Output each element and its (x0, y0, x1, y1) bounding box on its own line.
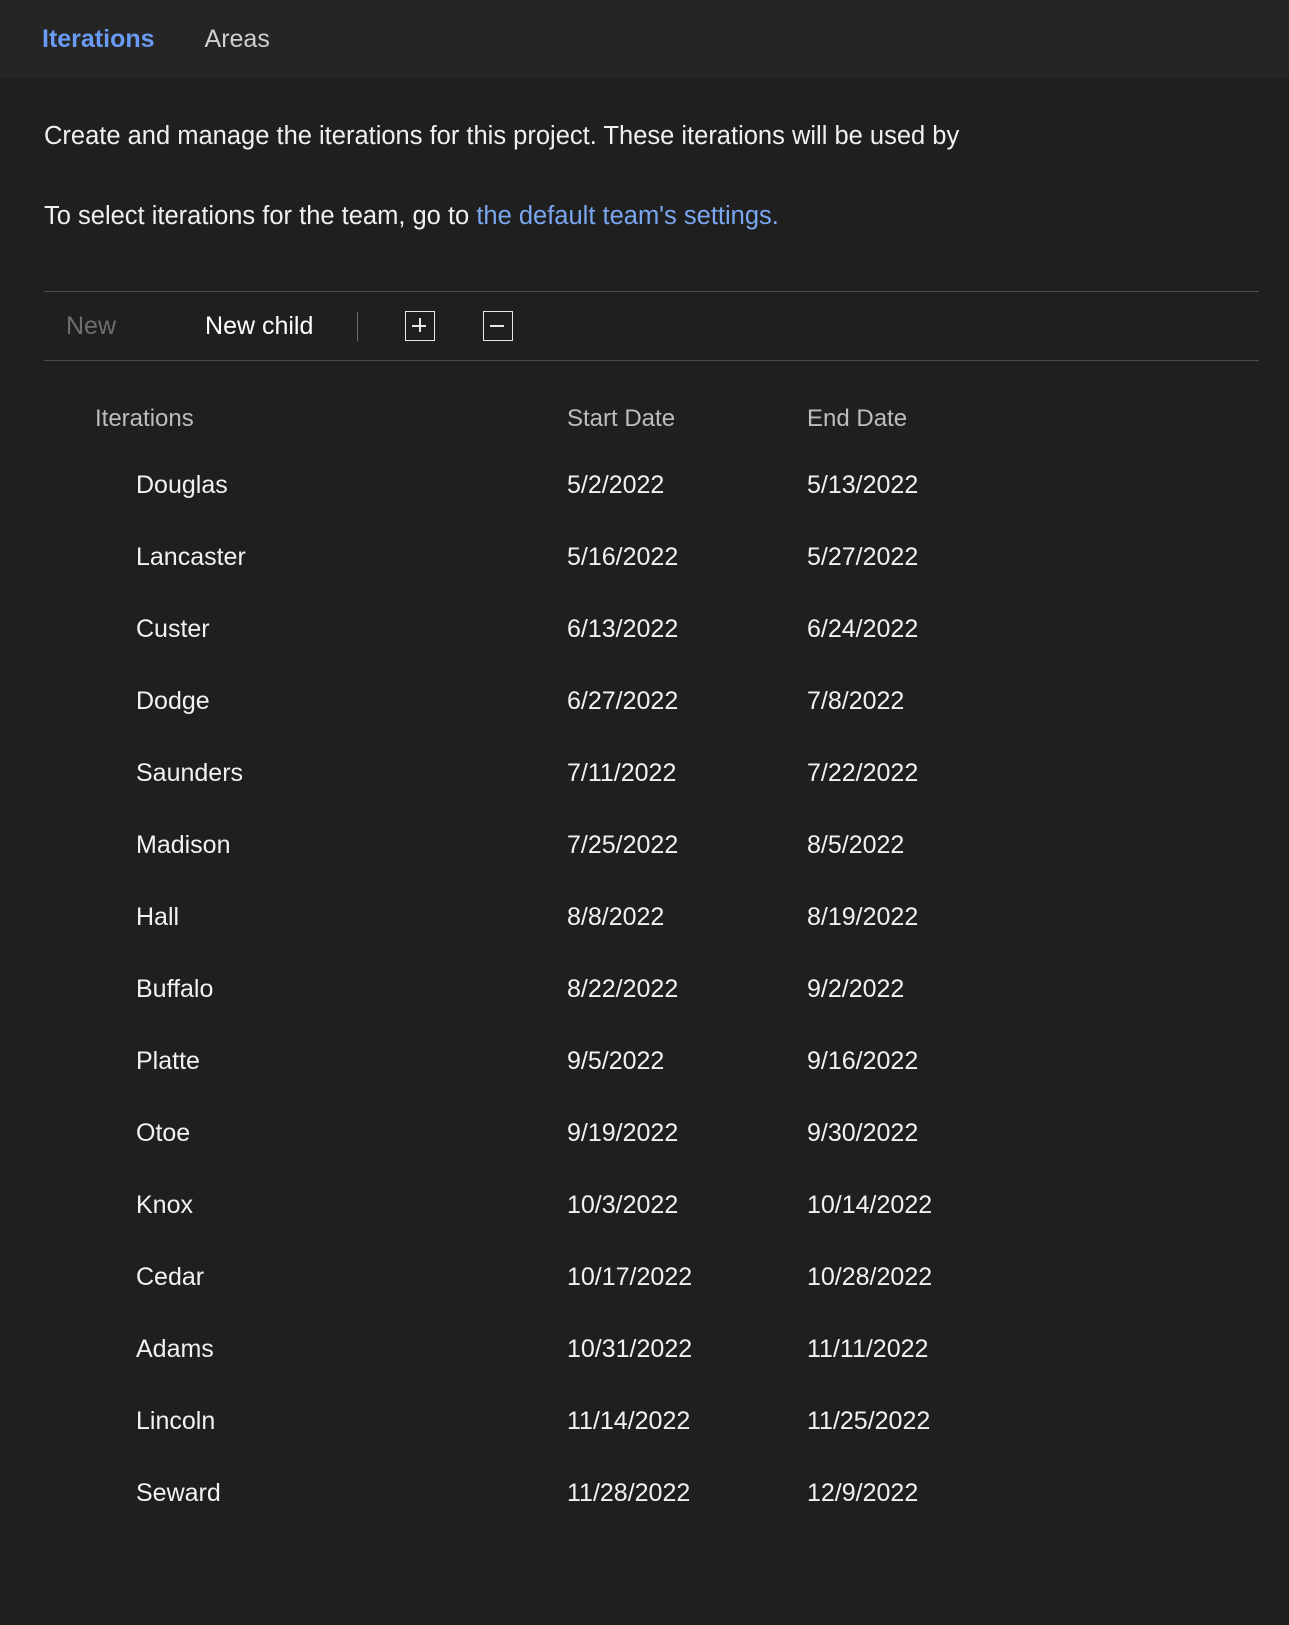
iteration-name: Otoe (0, 1119, 567, 1148)
iteration-name: Seward (0, 1479, 567, 1508)
iteration-start-date: 7/25/2022 (567, 831, 807, 860)
iteration-end-date: 9/30/2022 (807, 1119, 1107, 1148)
description-block: Create and manage the iterations for thi… (0, 78, 1289, 229)
iteration-name: Lancaster (0, 543, 567, 572)
iteration-end-date: 9/2/2022 (807, 975, 1107, 1004)
iteration-end-date: 8/5/2022 (807, 831, 1107, 860)
plus-square-icon[interactable] (405, 311, 435, 341)
iteration-name: Dodge (0, 687, 567, 716)
iteration-end-date: 8/19/2022 (807, 903, 1107, 932)
column-header-iterations: Iterations (0, 405, 567, 433)
table-row[interactable]: Douglas5/2/20225/13/2022 (0, 449, 1289, 521)
iteration-start-date: 10/31/2022 (567, 1335, 807, 1364)
iteration-start-date: 10/17/2022 (567, 1263, 807, 1292)
iteration-start-date: 5/16/2022 (567, 543, 807, 572)
iterations-table: Iterations Start Date End Date Douglas5/… (0, 361, 1289, 1529)
iteration-name: Adams (0, 1335, 567, 1364)
table-row[interactable]: Dodge6/27/20227/8/2022 (0, 665, 1289, 737)
default-team-settings-link[interactable]: the default team's settings. (476, 202, 779, 230)
iteration-start-date: 11/28/2022 (567, 1479, 807, 1508)
iteration-end-date: 6/24/2022 (807, 615, 1107, 644)
table-row[interactable]: Seward11/28/202212/9/2022 (0, 1457, 1289, 1529)
table-row[interactable]: Lincoln11/14/202211/25/2022 (0, 1385, 1289, 1457)
iteration-end-date: 7/8/2022 (807, 687, 1107, 716)
table-row[interactable]: Saunders7/11/20227/22/2022 (0, 737, 1289, 809)
toolbar-separator (357, 312, 358, 341)
new-child-button[interactable]: New child (205, 314, 313, 339)
iteration-name: Knox (0, 1191, 567, 1220)
iterations-toolbar: New New child (0, 292, 1289, 360)
iteration-start-date: 8/8/2022 (567, 903, 807, 932)
iteration-name: Buffalo (0, 975, 567, 1004)
iterations-panel: Create and manage the iterations for thi… (0, 78, 1289, 1529)
iteration-end-date: 12/9/2022 (807, 1479, 1107, 1508)
iteration-name: Lincoln (0, 1407, 567, 1436)
table-row[interactable]: Knox10/3/202210/14/2022 (0, 1169, 1289, 1241)
iteration-end-date: 11/25/2022 (807, 1407, 1107, 1436)
iteration-start-date: 7/11/2022 (567, 759, 807, 788)
table-row[interactable]: Buffalo8/22/20229/2/2022 (0, 953, 1289, 1025)
column-header-start-date: Start Date (567, 405, 807, 433)
iteration-end-date: 11/11/2022 (807, 1335, 1107, 1364)
description-line-2: To select iterations for the team, go to… (44, 150, 1289, 230)
iteration-name: Platte (0, 1047, 567, 1076)
iteration-name: Douglas (0, 471, 567, 500)
iteration-start-date: 5/2/2022 (567, 471, 807, 500)
iteration-name: Saunders (0, 759, 567, 788)
iteration-start-date: 10/3/2022 (567, 1191, 807, 1220)
new-button[interactable]: New (66, 314, 116, 339)
description-line-1: Create and manage the iterations for thi… (44, 78, 1289, 150)
table-row[interactable]: Hall8/8/20228/19/2022 (0, 881, 1289, 953)
table-header-row: Iterations Start Date End Date (0, 389, 1289, 449)
iteration-end-date: 10/28/2022 (807, 1263, 1107, 1292)
table-row[interactable]: Adams10/31/202211/11/2022 (0, 1313, 1289, 1385)
iteration-start-date: 9/19/2022 (567, 1119, 807, 1148)
table-row[interactable]: Custer6/13/20226/24/2022 (0, 593, 1289, 665)
tab-areas[interactable]: Areas (205, 27, 270, 52)
iteration-end-date: 5/13/2022 (807, 471, 1107, 500)
table-row[interactable]: Otoe9/19/20229/30/2022 (0, 1097, 1289, 1169)
settings-tabbar: Iterations Areas (0, 0, 1289, 78)
iteration-end-date: 7/22/2022 (807, 759, 1107, 788)
table-row[interactable]: Madison7/25/20228/5/2022 (0, 809, 1289, 881)
iteration-name: Cedar (0, 1263, 567, 1292)
iteration-end-date: 5/27/2022 (807, 543, 1107, 572)
iteration-start-date: 8/22/2022 (567, 975, 807, 1004)
iteration-start-date: 6/13/2022 (567, 615, 807, 644)
table-body: Douglas5/2/20225/13/2022Lancaster5/16/20… (0, 449, 1289, 1529)
iteration-start-date: 11/14/2022 (567, 1407, 807, 1436)
iteration-name: Madison (0, 831, 567, 860)
iteration-end-date: 10/14/2022 (807, 1191, 1107, 1220)
iteration-end-date: 9/16/2022 (807, 1047, 1107, 1076)
table-row[interactable]: Lancaster5/16/20225/27/2022 (0, 521, 1289, 593)
minus-square-icon[interactable] (483, 311, 513, 341)
iteration-name: Custer (0, 615, 567, 644)
tab-iterations[interactable]: Iterations (42, 27, 155, 52)
column-header-end-date: End Date (807, 405, 1107, 433)
table-row[interactable]: Platte9/5/20229/16/2022 (0, 1025, 1289, 1097)
table-row[interactable]: Cedar10/17/202210/28/2022 (0, 1241, 1289, 1313)
iteration-start-date: 9/5/2022 (567, 1047, 807, 1076)
iteration-start-date: 6/27/2022 (567, 687, 807, 716)
description-line-2-text: To select iterations for the team, go to (44, 202, 476, 230)
iteration-name: Hall (0, 903, 567, 932)
